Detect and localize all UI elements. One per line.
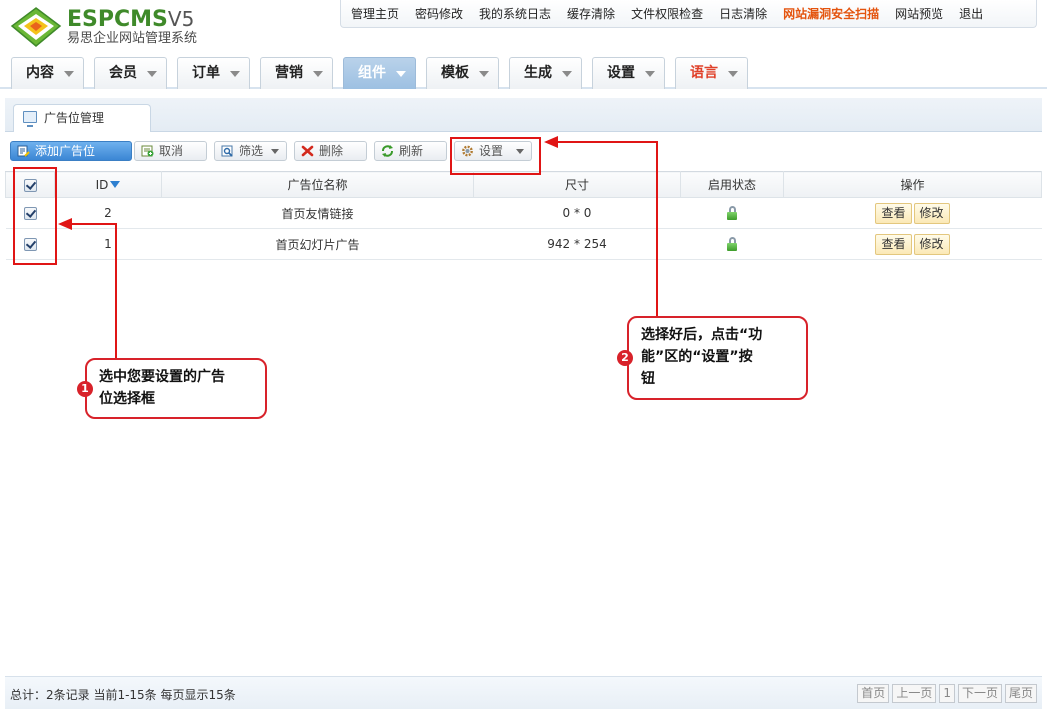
topnav-preview[interactable]: 网站预览 [887, 1, 951, 27]
column-size: 尺寸 [473, 171, 681, 198]
tab-language[interactable]: 语言 [675, 57, 748, 89]
edit-button[interactable]: 修改 [913, 202, 950, 224]
settings-highlight-box [450, 137, 541, 175]
chevron-down-icon [64, 71, 74, 77]
topnav-logout[interactable]: 退出 [951, 1, 991, 27]
table-header-row: ID 广告位名称 尺寸 启用状态 操作 [5, 171, 1042, 198]
column-id[interactable]: ID [54, 171, 162, 198]
topnav-security-scan[interactable]: 网站漏洞安全扫描 [775, 1, 887, 27]
chevron-down-icon [313, 71, 323, 77]
add-doc-icon [17, 145, 30, 157]
record-summary: 总计：2条记录 当前1-15条 每页显示15条 [10, 688, 236, 702]
panel-header: 广告位管理 [5, 98, 1042, 132]
step-1-badge: 1 [77, 381, 93, 397]
view-button[interactable]: 查看 [875, 233, 912, 255]
refresh-icon [382, 145, 393, 157]
chevron-down-icon [230, 71, 240, 77]
tab-marketing[interactable]: 营销 [260, 57, 333, 89]
logo-subtitle: 易思企业网站管理系统 [67, 31, 198, 46]
row-size: 942 * 254 [473, 228, 681, 260]
delete-button[interactable]: 删除 [294, 141, 367, 161]
header: ESPCMSV5 易思企业网站管理系统 管理主页 密码修改 我的系统日志 缓存清… [0, 0, 1047, 92]
ad-position-table: ID 广告位名称 尺寸 启用状态 操作 2 首页友情链接 0 * 0 查看 修改 … [5, 171, 1042, 260]
top-nav: 管理主页 密码修改 我的系统日志 缓存清除 文件权限检查 日志清除 网站漏洞安全… [340, 0, 1037, 28]
chevron-down-icon [562, 71, 572, 77]
chevron-down-icon [479, 71, 489, 77]
row-id: 1 [54, 228, 162, 260]
row-size: 0 * 0 [473, 197, 681, 229]
chevron-down-icon [645, 71, 655, 77]
pager-next[interactable]: 下一页 [957, 684, 1002, 703]
view-button[interactable]: 查看 [875, 202, 912, 224]
filter-icon [221, 145, 233, 157]
add-ad-position-button[interactable]: 添加广告位 [10, 141, 132, 161]
table-row: 2 首页友情链接 0 * 0 查看 修改 [5, 197, 1042, 229]
pager-current[interactable]: 1 [939, 684, 955, 703]
cancel-icon [141, 145, 154, 157]
tab-template[interactable]: 模板 [426, 57, 499, 89]
row-name: 首页友情链接 [161, 197, 474, 229]
refresh-button[interactable]: 刷新 [374, 141, 447, 161]
callout-step-2: 选择好后，点击“功 能”区的“设置”按 钮 [627, 316, 808, 400]
chevron-down-icon [271, 149, 279, 154]
main-nav: 内容 会员 订单 营销 组件 模板 生成 设置 语言 [0, 55, 1047, 89]
monitor-icon [23, 111, 37, 127]
chevron-down-icon [396, 71, 406, 77]
topnav-clear-log[interactable]: 日志清除 [711, 1, 775, 27]
topnav-file-permission[interactable]: 文件权限检查 [623, 1, 711, 27]
pager-prev[interactable]: 上一页 [892, 684, 937, 703]
topnav-home[interactable]: 管理主页 [343, 1, 407, 27]
edit-button[interactable]: 修改 [913, 233, 950, 255]
topnav-my-log[interactable]: 我的系统日志 [471, 1, 559, 27]
tab-member[interactable]: 会员 [94, 57, 167, 89]
row-id: 2 [54, 197, 162, 229]
pager-last[interactable]: 尾页 [1004, 684, 1037, 703]
tab-generate[interactable]: 生成 [509, 57, 582, 89]
checkbox-highlight-box [13, 167, 57, 265]
column-status: 启用状态 [680, 171, 784, 198]
topnav-password[interactable]: 密码修改 [407, 1, 471, 27]
logo-title: ESPCMSV5 [67, 7, 195, 32]
sort-desc-icon [110, 180, 121, 188]
pager-first[interactable]: 首页 [857, 684, 890, 703]
row-name: 首页幻灯片广告 [161, 228, 474, 260]
pagination: 首页 上一页 1 下一页 尾页 [857, 684, 1037, 703]
tab-content[interactable]: 内容 [11, 57, 84, 89]
tab-settings[interactable]: 设置 [592, 57, 665, 89]
logo[interactable]: ESPCMSV5 易思企业网站管理系统 [10, 4, 220, 50]
chevron-down-icon [147, 71, 157, 77]
column-actions: 操作 [783, 171, 1042, 198]
cancel-button[interactable]: 取消 [134, 141, 207, 161]
column-name: 广告位名称 [161, 171, 474, 198]
footer: 总计：2条记录 当前1-15条 每页显示15条 首页 上一页 1 下一页 尾页 [5, 676, 1042, 709]
topnav-clear-cache[interactable]: 缓存清除 [559, 1, 623, 27]
logo-icon [10, 7, 62, 47]
callout-step-1: 选中您要设置的广告 位选择框 [85, 358, 267, 419]
unlock-icon[interactable] [726, 206, 738, 221]
tab-ad-position-management[interactable]: 广告位管理 [13, 104, 151, 132]
table-row: 1 首页幻灯片广告 942 * 254 查看 修改 [5, 228, 1042, 260]
filter-dropdown[interactable]: 筛选 [214, 141, 287, 161]
step-2-badge: 2 [617, 350, 633, 366]
chevron-down-icon [728, 71, 738, 77]
tab-order[interactable]: 订单 [177, 57, 250, 89]
unlock-icon[interactable] [726, 237, 738, 252]
tab-component[interactable]: 组件 [343, 57, 416, 89]
delete-icon [301, 145, 314, 157]
